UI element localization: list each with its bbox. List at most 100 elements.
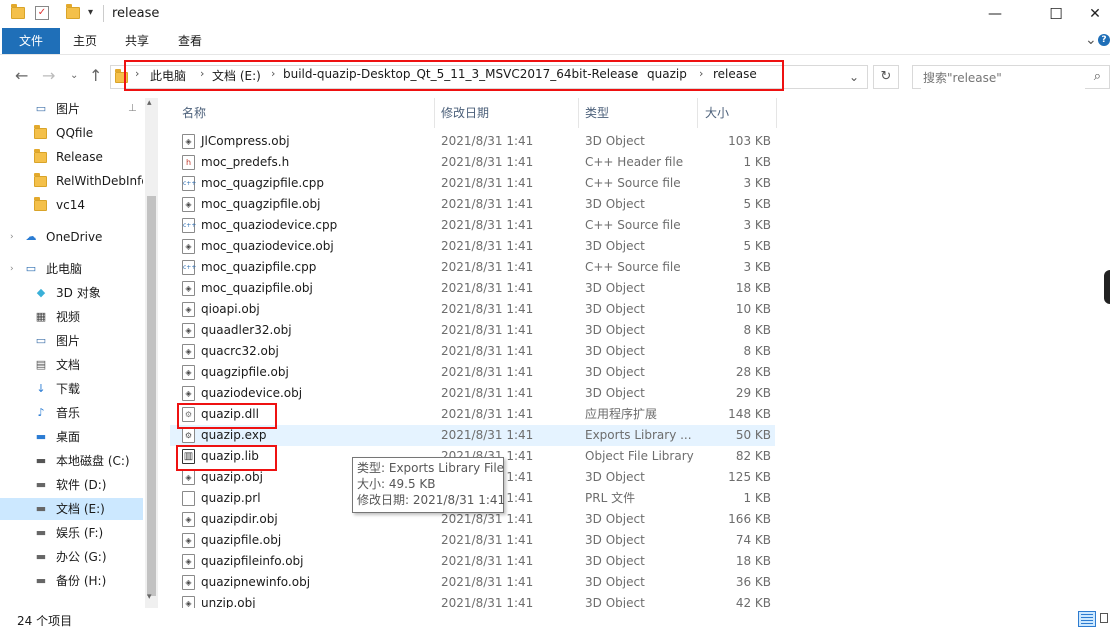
sidebar-item-label: 办公 (G:) bbox=[56, 550, 107, 564]
sidebar-item-label: vc14 bbox=[56, 198, 85, 212]
address-history-icon[interactable]: ⌄ bbox=[849, 70, 859, 84]
file-size: 148 KB bbox=[728, 407, 771, 421]
sidebar-item[interactable]: QQfile bbox=[0, 122, 143, 144]
obj-icon: ◈ bbox=[182, 554, 195, 569]
file-date: 2021/8/31 1:41 bbox=[441, 344, 534, 358]
file-row[interactable]: ◈ moc_quaziodevice.obj 2021/8/31 1:41 3D Ob… bbox=[170, 236, 775, 257]
column-divider[interactable] bbox=[434, 98, 435, 128]
file-row[interactable]: ◈ quacrc32.obj 2021/8/31 1:41 3D Object 8 KB bbox=[170, 341, 775, 362]
file-name: moc_quaziodevice.cpp bbox=[201, 218, 338, 232]
file-row[interactable]: ◈ quagzipfile.obj 2021/8/31 1:41 3D Object 2… bbox=[170, 362, 775, 383]
sidebar-item[interactable]: ▬ 软件 (D:) bbox=[0, 474, 143, 496]
column-divider[interactable] bbox=[697, 98, 698, 128]
recent-locations-icon[interactable]: ⌄ bbox=[70, 70, 78, 81]
file-row[interactable]: ◈ moc_quazipfile.obj 2021/8/31 1:41 3D Obje… bbox=[170, 278, 775, 299]
sort-ascending-icon: ^ bbox=[300, 98, 309, 105]
sidebar-item[interactable]: ◆ 3D 对象 bbox=[0, 282, 143, 304]
file-type: PRL 文件 bbox=[585, 491, 636, 505]
sidebar-item[interactable]: ▬ 娱乐 (F:) bbox=[0, 522, 143, 544]
column-header-type[interactable]: 类型 bbox=[585, 98, 609, 128]
file-row[interactable]: ◈ JlCompress.obj 2021/8/31 1:41 3D Object 10… bbox=[170, 131, 775, 152]
pin-icon[interactable]: ⊥ bbox=[128, 98, 137, 120]
search-icon[interactable]: ⌕ bbox=[1094, 69, 1101, 84]
file-row[interactable]: ◈ quazipnewinfo.obj 2021/8/31 1:41 3D Objec… bbox=[170, 572, 775, 593]
file-row[interactable]: ◈ quazipfileinfo.obj 2021/8/31 1:41 3D Obje… bbox=[170, 551, 775, 572]
scroll-up-icon[interactable]: ▴ bbox=[147, 98, 152, 108]
file-row[interactable]: ◈ quaadler32.obj 2021/8/31 1:41 3D Object 8 … bbox=[170, 320, 775, 341]
sidebar-item[interactable]: ▭ 图片 ⊥ bbox=[0, 98, 143, 120]
sidebar-item[interactable]: ♪ 音乐 bbox=[0, 402, 143, 424]
file-row[interactable]: ◈ unzip.obj 2021/8/31 1:41 3D Object 42 KB bbox=[170, 593, 775, 608]
file-size: 5 KB bbox=[743, 197, 771, 211]
column-divider[interactable] bbox=[578, 98, 579, 128]
file-date: 2021/8/31 1:41 bbox=[441, 365, 534, 379]
sidebar-item[interactable]: ▬ 备份 (H:) bbox=[0, 570, 143, 592]
sidebar-item[interactable]: ▤ 文档 bbox=[0, 354, 143, 376]
file-row[interactable]: ◈ moc_quagzipfile.obj 2021/8/31 1:41 3D Obj… bbox=[170, 194, 775, 215]
up-button[interactable]: ↑ bbox=[89, 66, 102, 85]
file-row[interactable]: ◈ quazipfile.obj 2021/8/31 1:41 3D Object 74… bbox=[170, 530, 775, 551]
properties-icon[interactable]: ✓ bbox=[35, 6, 49, 20]
file-name: quazipnewinfo.obj bbox=[201, 575, 311, 589]
sidebar-item-label: 图片 bbox=[56, 334, 81, 348]
file-size: 36 KB bbox=[735, 575, 771, 589]
sidebar-item[interactable]: ▬ 文档 (E:) bbox=[0, 498, 143, 520]
help-icon[interactable]: ? bbox=[1098, 34, 1110, 46]
details-view-button[interactable] bbox=[1078, 611, 1096, 627]
computer-icon: ▭ bbox=[25, 262, 37, 275]
file-size: 18 KB bbox=[735, 554, 771, 568]
sidebar-item[interactable]: ▭ 图片 bbox=[0, 330, 143, 352]
column-header-name[interactable]: 名称 bbox=[182, 98, 206, 128]
refresh-button[interactable]: ↻ bbox=[873, 65, 899, 89]
close-button[interactable]: ✕ bbox=[1080, 0, 1110, 28]
folder-icon bbox=[34, 125, 47, 139]
file-row[interactable]: h moc_predefs.h 2021/8/31 1:41 C++ Header f… bbox=[170, 152, 775, 173]
new-folder-icon[interactable] bbox=[66, 4, 80, 19]
folder-icon bbox=[34, 197, 47, 211]
music-icon: ♪ bbox=[37, 406, 45, 419]
sidebar-item[interactable]: vc14 bbox=[0, 194, 143, 216]
tab-home[interactable]: 主页 bbox=[64, 28, 106, 54]
window-title: release bbox=[112, 6, 160, 21]
file-name: moc_quaziodevice.obj bbox=[201, 239, 334, 253]
file-row[interactable]: c++ moc_quazipfile.cpp 2021/8/31 1:41 C++ S… bbox=[170, 257, 775, 278]
sidebar-item[interactable]: Release bbox=[0, 146, 143, 168]
column-header-date[interactable]: 修改日期 bbox=[441, 98, 489, 128]
back-button[interactable]: ← bbox=[15, 66, 28, 85]
sidebar-scrollbar[interactable]: ▴ ▾ bbox=[145, 98, 158, 608]
sidebar-scroll-thumb[interactable] bbox=[147, 196, 156, 596]
tab-view[interactable]: 查看 bbox=[169, 28, 211, 54]
file-row[interactable]: c++ moc_quagzipfile.cpp 2021/8/31 1:41 C++ … bbox=[170, 173, 775, 194]
expand-chevron-icon[interactable]: › bbox=[10, 226, 14, 248]
file-date: 2021/8/31 1:41 bbox=[441, 407, 534, 421]
file-row[interactable]: c++ moc_quaziodevice.cpp 2021/8/31 1:41 C++… bbox=[170, 215, 775, 236]
file-row[interactable]: ◈ qioapi.obj 2021/8/31 1:41 3D Object 10 KB bbox=[170, 299, 775, 320]
search-input[interactable] bbox=[921, 67, 1085, 89]
maximize-button[interactable]: ☐ bbox=[1033, 0, 1079, 28]
scroll-down-icon[interactable]: ▾ bbox=[147, 592, 152, 602]
sidebar-item[interactable]: RelWithDebInfo bbox=[0, 170, 143, 192]
file-row[interactable]: ◈ quaziodevice.obj 2021/8/31 1:41 3D Object… bbox=[170, 383, 775, 404]
sidebar-item-label: 下载 bbox=[56, 382, 81, 396]
forward-button[interactable]: → bbox=[42, 66, 55, 85]
sidebar-item[interactable]: ▭ 此电脑 › bbox=[0, 258, 143, 280]
ribbon-collapse-icon[interactable]: ⌄ bbox=[1085, 32, 1097, 48]
search-box[interactable]: ⌕ bbox=[912, 65, 1110, 89]
expand-chevron-icon[interactable]: › bbox=[10, 258, 14, 280]
sidebar-item[interactable]: ↓ 下载 bbox=[0, 378, 143, 400]
tab-file[interactable]: 文件 bbox=[2, 28, 60, 54]
sidebar-item[interactable]: ▬ 办公 (G:) bbox=[0, 546, 143, 568]
minimize-button[interactable]: — bbox=[972, 0, 1018, 28]
sidebar-item[interactable]: ▦ 视频 bbox=[0, 306, 143, 328]
sidebar-item[interactable]: ▬ 桌面 bbox=[0, 426, 143, 448]
tab-share[interactable]: 共享 bbox=[116, 28, 158, 54]
customize-quick-access-icon[interactable]: ▾ bbox=[88, 7, 98, 19]
obj-icon: ◈ bbox=[182, 134, 195, 149]
large-icons-view-button[interactable] bbox=[1098, 611, 1110, 627]
column-divider[interactable] bbox=[776, 98, 777, 128]
sidebar-item[interactable]: ☁ OneDrive › bbox=[0, 226, 143, 248]
sidebar-item[interactable]: ▬ 本地磁盘 (C:) bbox=[0, 450, 143, 472]
column-header-size[interactable]: 大小 bbox=[705, 98, 729, 128]
desktop-icon: ▬ bbox=[35, 430, 47, 443]
file-size: 82 KB bbox=[735, 449, 771, 463]
